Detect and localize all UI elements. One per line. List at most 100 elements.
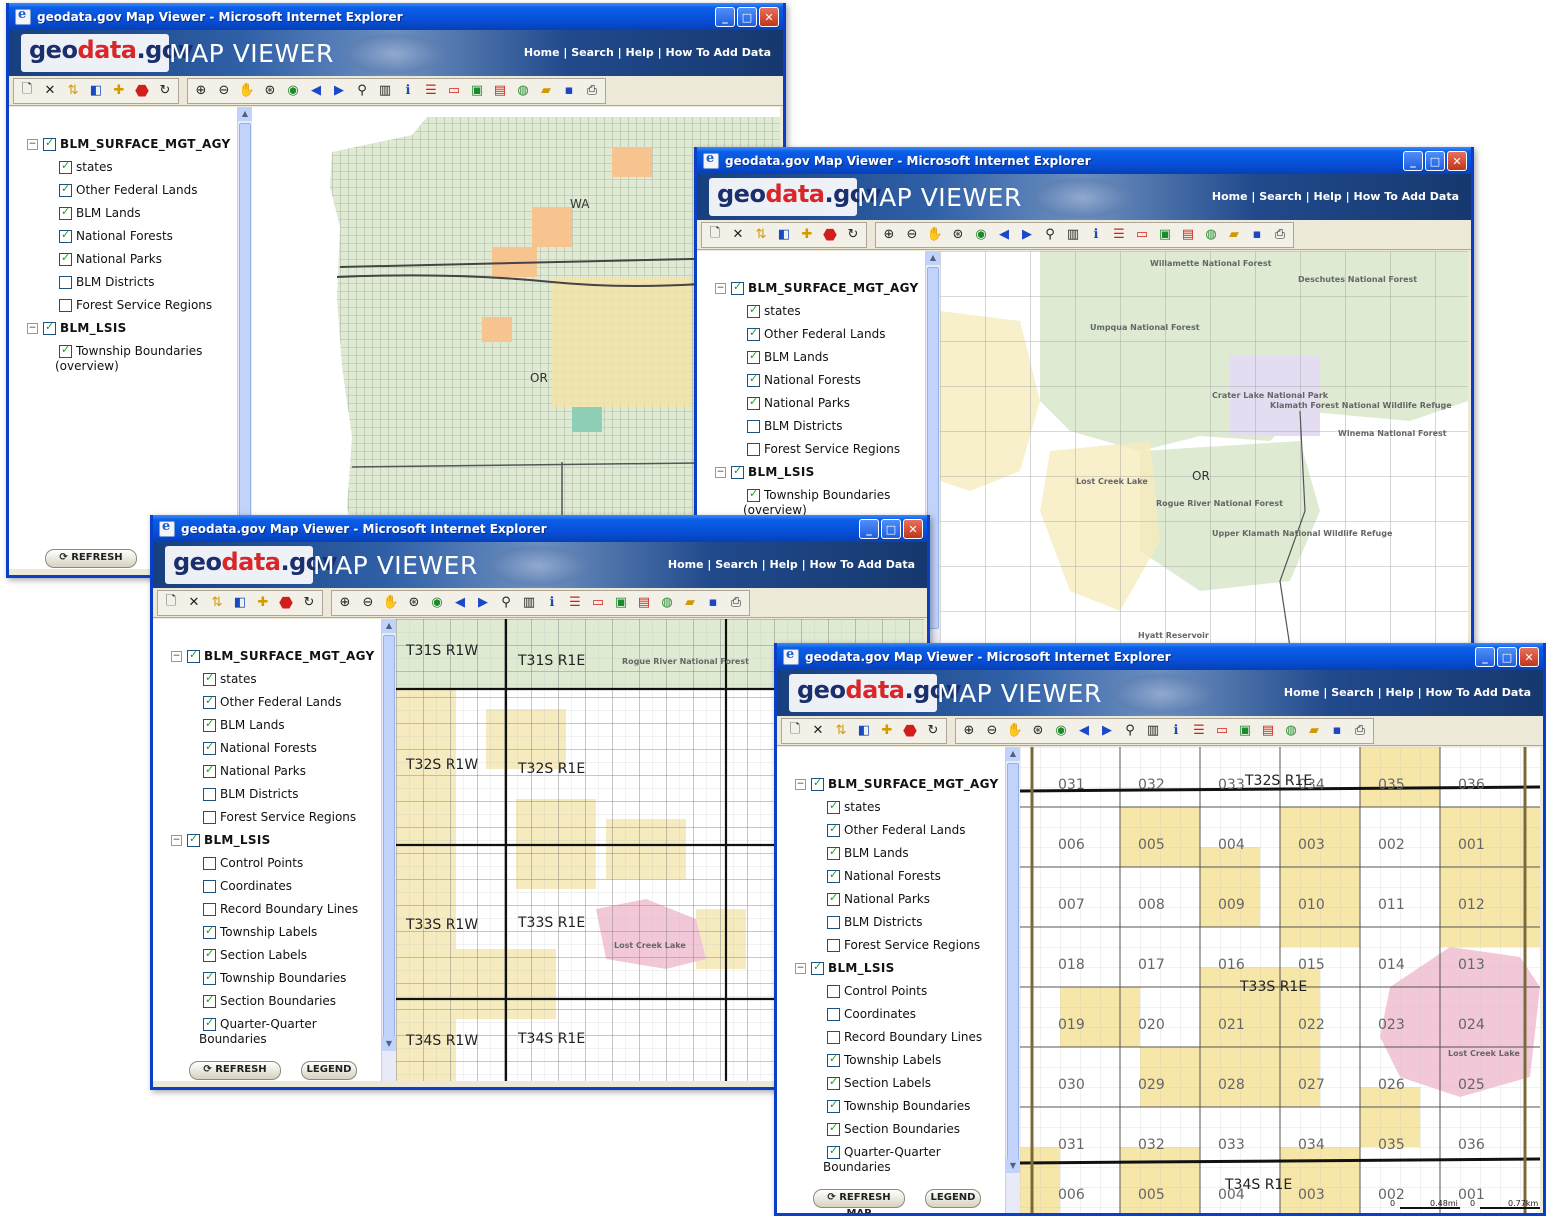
identify-icon[interactable]: ℹ	[1166, 721, 1186, 741]
layer-item[interactable]: National Forests	[59, 228, 173, 243]
layer-item[interactable]: Record Boundary Lines	[827, 1030, 982, 1044]
add-data-icon[interactable]: ✚	[877, 721, 897, 741]
save-icon[interactable]: ▪	[703, 593, 723, 613]
open-folder-icon[interactable]: ▰	[1304, 721, 1324, 741]
layer-item[interactable]: National Forests	[747, 372, 861, 387]
print-icon[interactable]: ⎙	[1350, 721, 1370, 741]
clear-selection-icon[interactable]: ▥	[1063, 225, 1083, 245]
scroll-up-arrow[interactable]: ▲	[926, 251, 940, 265]
clear-graphics-icon[interactable]: ▤	[1178, 225, 1198, 245]
layer-properties-icon[interactable]: ◧	[854, 721, 874, 741]
remove-layer-icon[interactable]: ✕	[184, 593, 204, 613]
layer-checkbox[interactable]	[59, 298, 72, 312]
forward-arrow-icon[interactable]: ▶	[1097, 721, 1117, 741]
layer-checkbox[interactable]	[59, 251, 72, 266]
layer-checkbox[interactable]	[827, 1052, 840, 1067]
back-arrow-icon[interactable]: ◀	[306, 81, 326, 101]
open-folder-icon[interactable]: ▰	[536, 81, 556, 101]
reorder-layers-icon[interactable]: ⇅	[207, 593, 227, 613]
print-icon[interactable]: ⎙	[1270, 225, 1290, 245]
layer-checkbox[interactable]	[43, 136, 56, 151]
layer-checkbox[interactable]	[59, 343, 72, 358]
layer-item[interactable]: states	[747, 303, 801, 318]
clear-selection-icon[interactable]: ▥	[375, 81, 395, 101]
remove-layer-icon[interactable]: ✕	[808, 721, 828, 741]
layer-checkbox[interactable]	[827, 845, 840, 860]
layer-checkbox[interactable]	[747, 487, 760, 502]
print-icon[interactable]: ⎙	[726, 593, 746, 613]
identify-icon[interactable]: ℹ	[1086, 225, 1106, 245]
remove-layer-icon[interactable]: ✕	[40, 81, 60, 101]
layer-item[interactable]: National Forests	[827, 868, 941, 883]
legend-button[interactable]: LEGEND	[301, 1061, 357, 1080]
add-service-icon[interactable]: ◍	[1281, 721, 1301, 741]
layer-checkbox[interactable]	[811, 960, 824, 975]
layer-properties-icon[interactable]: ◧	[86, 81, 106, 101]
layer-checkbox[interactable]	[203, 902, 216, 916]
layer-item[interactable]: Forest Service Regions	[827, 938, 980, 952]
refresh-map-button[interactable]: ⟳ REFRESH MAP	[189, 1061, 281, 1081]
layer-item[interactable]: Township Labels	[827, 1052, 941, 1067]
layer-item[interactable]: Quarter-Quarter	[827, 1144, 941, 1159]
layer-properties-icon[interactable]: ◧	[774, 225, 794, 245]
layer-checkbox[interactable]	[827, 822, 840, 837]
scroll-up-arrow[interactable]: ▲	[238, 107, 252, 121]
layer-item[interactable]: Other Federal Lands	[59, 182, 197, 197]
refresh-icon[interactable]: ↻	[843, 225, 863, 245]
identify-icon[interactable]: ℹ	[398, 81, 418, 101]
layer-item[interactable]: National Parks	[827, 891, 930, 906]
layer-item[interactable]: Other Federal Lands	[747, 326, 885, 341]
layer-checkbox[interactable]	[747, 395, 760, 410]
pan-hand-icon[interactable]: ✋	[381, 593, 401, 613]
save-icon[interactable]: ▪	[559, 81, 579, 101]
back-arrow-icon[interactable]: ◀	[994, 225, 1014, 245]
legend-button[interactable]: LEGEND	[925, 1189, 981, 1208]
zoom-extent-icon[interactable]: ⊛	[404, 593, 424, 613]
collapse-icon[interactable]: −	[27, 138, 38, 150]
layer-checkbox[interactable]	[187, 648, 200, 663]
layer-item[interactable]: Coordinates	[827, 1007, 916, 1021]
legend-list-icon[interactable]: ☰	[565, 593, 585, 613]
title-bar[interactable]: geodata.gov Map Viewer - Microsoft Inter…	[9, 3, 783, 30]
reorder-layers-icon[interactable]: ⇅	[63, 81, 83, 101]
identify-icon[interactable]: ℹ	[542, 593, 562, 613]
scroll-thumb[interactable]	[239, 123, 251, 525]
stop-icon[interactable]: ⬣	[276, 593, 296, 613]
add-service-icon[interactable]: ◍	[513, 81, 533, 101]
layer-item[interactable]: Other Federal Lands	[203, 694, 341, 709]
maximize-button[interactable]: □	[1425, 150, 1445, 171]
header-links[interactable]: Home | Search | Help | How To Add Data	[524, 46, 771, 59]
collapse-icon[interactable]: −	[27, 322, 38, 334]
layer-checkbox[interactable]	[731, 280, 744, 295]
layer-checkbox[interactable]	[827, 891, 840, 906]
close-button[interactable]: ✕	[759, 6, 779, 27]
scroll-thumb[interactable]	[383, 635, 395, 1047]
layer-item[interactable]: National Parks	[59, 251, 162, 266]
layer-checkbox[interactable]	[827, 1030, 840, 1044]
forward-arrow-icon[interactable]: ▶	[1017, 225, 1037, 245]
select-rectangle-icon[interactable]: ▭	[444, 81, 464, 101]
layer-item[interactable]: Section Labels	[203, 947, 307, 962]
clear-selection-icon[interactable]: ▥	[1143, 721, 1163, 741]
maximize-button[interactable]: □	[1497, 646, 1517, 667]
refresh-icon[interactable]: ↻	[923, 721, 943, 741]
zoom-in-icon[interactable]: ⊕	[959, 721, 979, 741]
layer-checkbox[interactable]	[747, 372, 760, 387]
zoom-in-icon[interactable]: ⊕	[335, 593, 355, 613]
layer-item[interactable]: Record Boundary Lines	[203, 902, 358, 916]
layer-checkbox[interactable]	[203, 717, 216, 732]
zoom-out-icon[interactable]: ⊖	[902, 225, 922, 245]
layer-item[interactable]: BLM Districts	[59, 275, 154, 289]
stop-icon[interactable]: ⬣	[820, 225, 840, 245]
layer-checkbox[interactable]	[203, 1016, 216, 1031]
pan-hand-icon[interactable]: ✋	[237, 81, 257, 101]
layer-item[interactable]: Section Labels	[827, 1075, 931, 1090]
open-folder-icon[interactable]: ▰	[1224, 225, 1244, 245]
layer-list-scrollbar[interactable]: ▲	[237, 107, 252, 569]
minimize-button[interactable]: _	[715, 6, 735, 27]
minimize-button[interactable]: _	[1403, 150, 1423, 171]
select-rectangle-icon[interactable]: ▭	[588, 593, 608, 613]
select-rectangle-icon[interactable]: ▭	[1212, 721, 1232, 741]
maximize-button[interactable]: □	[737, 6, 757, 27]
layer-checkbox[interactable]	[59, 228, 72, 243]
